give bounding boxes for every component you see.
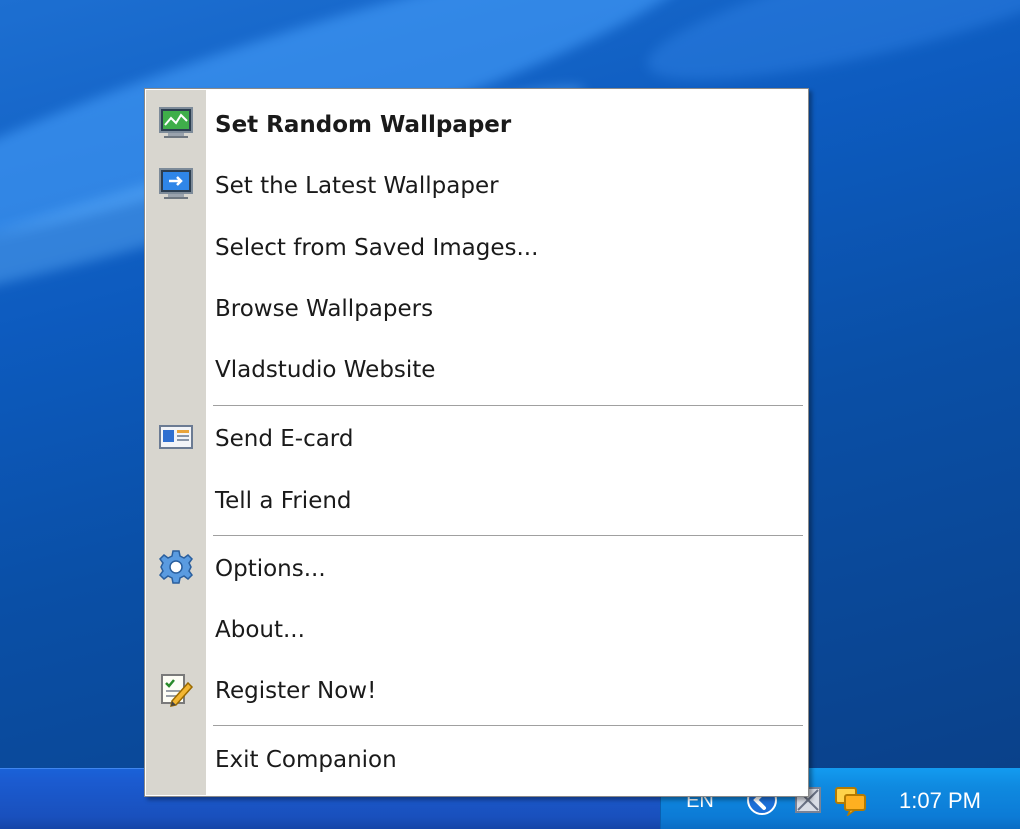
icon-slot (146, 280, 206, 338)
menu-item-exit-companion[interactable]: Exit Companion (146, 731, 807, 789)
context-menu: Set Random Wallpaper Set the Latest Wall… (144, 88, 809, 797)
icon-slot (146, 731, 206, 789)
menu-item-label: Set the Latest Wallpaper (215, 173, 499, 199)
ecard-icon (158, 423, 194, 455)
monitor-chart-icon (158, 106, 194, 144)
messenger-icon[interactable] (834, 784, 866, 818)
menu-item-register-now[interactable]: Register Now! (146, 662, 807, 720)
menu-item-label: Select from Saved Images... (215, 235, 539, 261)
monitor-arrow-icon (158, 167, 194, 205)
icon-slot (146, 219, 206, 277)
clock[interactable]: 1:07 PM (880, 784, 1000, 818)
icon-slot (146, 472, 206, 530)
menu-item-options[interactable]: Options... (146, 540, 807, 598)
gear-icon (158, 549, 194, 589)
menu-item-select-saved-images[interactable]: Select from Saved Images... (146, 219, 807, 277)
icon-slot (146, 410, 206, 468)
menu-item-set-latest-wallpaper[interactable]: Set the Latest Wallpaper (146, 157, 807, 215)
icon-slot (146, 662, 206, 720)
menu-item-about[interactable]: About... (146, 601, 807, 659)
icon-slot (146, 341, 206, 399)
menu-item-tell-a-friend[interactable]: Tell a Friend (146, 472, 807, 530)
icon-slot (146, 601, 206, 659)
menu-item-label: Vladstudio Website (215, 357, 436, 383)
menu-item-label: Options... (215, 556, 326, 582)
menu-item-browse-wallpapers[interactable]: Browse Wallpapers (146, 280, 807, 338)
menu-item-label: About... (215, 617, 305, 643)
menu-item-label: Exit Companion (215, 747, 397, 773)
menu-item-label: Send E-card (215, 426, 354, 452)
icon-slot (146, 540, 206, 598)
menu-item-label: Browse Wallpapers (215, 296, 434, 322)
menu-item-send-ecard[interactable]: Send E-card (146, 410, 807, 468)
menu-separator (213, 405, 803, 407)
menu-separator (213, 535, 803, 537)
notepad-pencil-icon (158, 671, 194, 711)
icon-slot (146, 96, 206, 154)
menu-item-set-random-wallpaper[interactable]: Set Random Wallpaper (146, 96, 807, 154)
menu-separator (213, 725, 803, 727)
icon-slot (146, 157, 206, 215)
menu-item-label: Tell a Friend (215, 488, 352, 514)
menu-item-label: Set Random Wallpaper (215, 112, 512, 138)
menu-item-label: Register Now! (215, 678, 377, 704)
menu-item-vladstudio-website[interactable]: Vladstudio Website (146, 341, 807, 399)
